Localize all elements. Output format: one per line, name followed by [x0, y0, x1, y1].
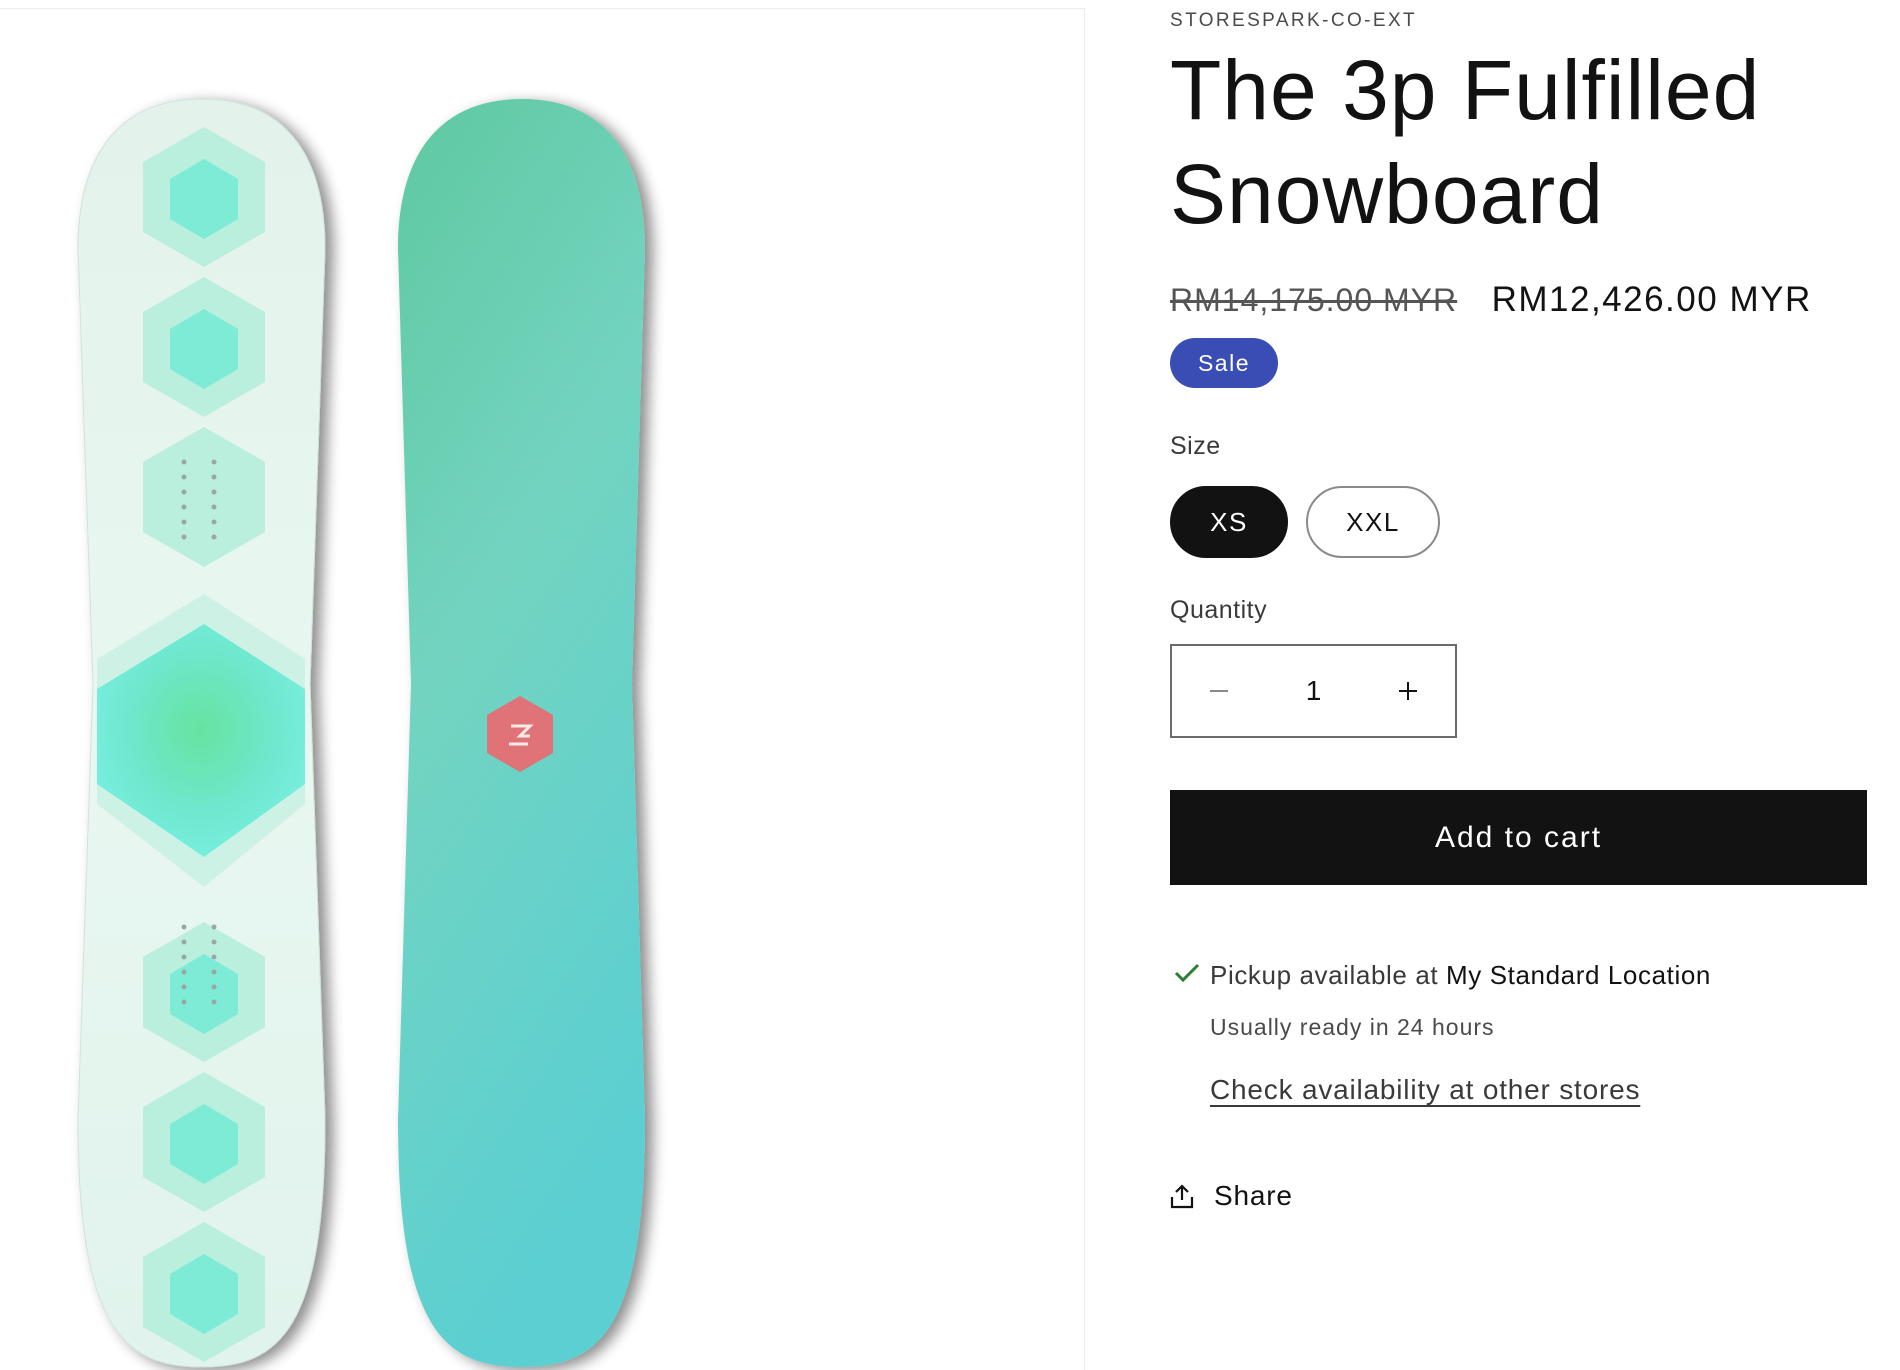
price-regular: RM14,175.00 MYR — [1170, 282, 1458, 318]
quantity-increase-button[interactable] — [1361, 646, 1455, 736]
snowboard-top-view — [77, 98, 326, 1368]
pickup-availability: Pickup available at My Standard Location — [1210, 960, 1711, 991]
size-option-xs[interactable]: XS — [1170, 486, 1288, 558]
price-sale: RM12,426.00 MYR — [1491, 280, 1812, 319]
sale-badge: Sale — [1170, 338, 1278, 388]
minus-icon — [1210, 690, 1228, 692]
price-container: RM14,175.00 MYR RM12,426.00 MYR — [1170, 280, 1812, 320]
snowboard-image — [77, 98, 645, 1368]
pickup-location: My Standard Location — [1446, 960, 1711, 990]
product-title: The 3p Fulfilled Snowboard — [1170, 43, 1761, 241]
plus-icon — [1399, 682, 1417, 700]
share-icon — [1170, 1184, 1194, 1209]
size-option-xxl[interactable]: XXL — [1306, 486, 1440, 558]
product-vendor: STORESPARK-CO-EXT — [1170, 10, 1418, 31]
size-label: Size — [1170, 432, 1221, 460]
quantity-stepper: 1 — [1170, 644, 1457, 738]
pickup-prefix: Pickup available at — [1210, 960, 1447, 990]
product-media[interactable] — [0, 9, 1085, 1370]
pickup-ready-time: Usually ready in 24 hours — [1210, 1014, 1495, 1040]
quantity-label: Quantity — [1170, 596, 1268, 624]
snowboard-base-view — [398, 99, 645, 1367]
quantity-input[interactable]: 1 — [1266, 675, 1361, 707]
add-to-cart-button[interactable]: Add to cart — [1170, 790, 1867, 885]
share-button[interactable]: Share — [1170, 1180, 1293, 1212]
quantity-decrease-button[interactable] — [1172, 646, 1266, 736]
check-availability-link[interactable]: Check availability at other stores — [1210, 1074, 1640, 1106]
check-icon — [1174, 963, 1200, 983]
share-label: Share — [1214, 1180, 1293, 1211]
